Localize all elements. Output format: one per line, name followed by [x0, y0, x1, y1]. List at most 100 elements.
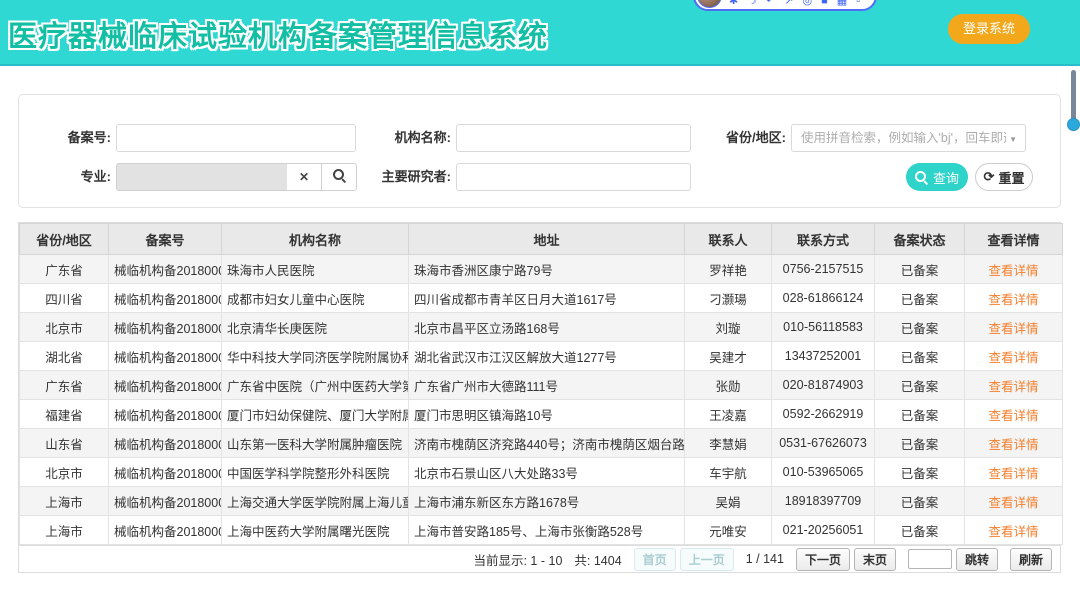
view-detail-link[interactable]: 查看详情	[988, 409, 1038, 423]
org-name-label: 机构名称:	[351, 124, 451, 152]
query-button[interactable]: 查询	[906, 163, 968, 191]
reset-button[interactable]: ⟳ 重置	[975, 163, 1033, 191]
cell-org: 中国医学科学院整形外科医院	[222, 458, 409, 487]
col-phone: 联系方式	[772, 224, 875, 255]
cell-contact: 张勋	[685, 371, 772, 400]
refresh-button[interactable]: 刷新	[1010, 548, 1052, 571]
pagination-bar: 当前显示: 1 - 10 共: 1404 首页 上一页 1 / 141 下一页 …	[19, 545, 1060, 572]
close-icon: ✕	[299, 170, 309, 184]
cell-record-no: 械临机构备201800004	[109, 342, 222, 371]
col-province: 省份/地区	[20, 224, 109, 255]
square-icon[interactable]: ■	[821, 0, 828, 8]
cell-phone: 18918397709	[772, 487, 875, 516]
cell-record-no: 械临机构备201800008	[109, 458, 222, 487]
moon-icon[interactable]: ☽	[747, 0, 757, 8]
window-icon[interactable]: ▫	[856, 0, 860, 8]
view-detail-link[interactable]: 查看详情	[988, 264, 1038, 278]
avatar[interactable]	[697, 0, 722, 8]
province-placeholder: 使用拼音检索，例如输入'bj'，回车即选...	[801, 125, 1006, 151]
overlay-icon-row: ✱ ☽ ↶ ↗ ◎ ■ ▦ ▫	[729, 0, 860, 8]
cell-phone: 0531-67626073	[772, 429, 875, 458]
cell-province: 北京市	[20, 458, 109, 487]
col-status: 备案状态	[875, 224, 965, 255]
status-badge: 已备案	[875, 342, 965, 371]
province-label: 省份/地区:	[676, 124, 786, 152]
grid-icon[interactable]: ▦	[837, 0, 847, 8]
cell-address: 上海市普安路185号、上海市张衡路528号	[409, 516, 685, 545]
pagination-display-range: 当前显示: 1 - 10	[473, 550, 562, 569]
investigator-label: 主要研究者:	[331, 163, 451, 191]
org-name-input[interactable]	[456, 124, 691, 152]
cell-address: 珠海市香洲区康宁路79号	[409, 255, 685, 284]
province-select[interactable]: 使用拼音检索，例如输入'bj'，回车即选... ▼	[791, 124, 1026, 152]
query-button-label: 查询	[933, 168, 959, 187]
table-row: 北京市 械临机构备201800008 中国医学科学院整形外科医院 北京市石景山区…	[20, 458, 1063, 487]
view-detail-link[interactable]: 查看详情	[988, 496, 1038, 510]
cell-record-no: 械临机构备201800009	[109, 487, 222, 516]
view-detail-link[interactable]: 查看详情	[988, 293, 1038, 307]
reset-button-label: 重置	[998, 168, 1024, 187]
table-row: 福建省 械临机构备201800006 厦门市妇幼保健院、厦门大学附属... 厦门…	[20, 400, 1063, 429]
table-header-row: 省份/地区 备案号 机构名称 地址 联系人 联系方式 备案状态 查看详情	[20, 224, 1063, 255]
cell-phone: 010-53965065	[772, 458, 875, 487]
cell-address: 湖北省武汉市江汉区解放大道1277号	[409, 342, 685, 371]
cell-phone: 0592-2662919	[772, 400, 875, 429]
cell-phone: 0756-2157515	[772, 255, 875, 284]
prev-page-button[interactable]: 上一页	[680, 548, 734, 571]
table-row: 山东省 械临机构备201800007 山东第一医科大学附属肿瘤医院（... 济南…	[20, 429, 1063, 458]
cell-phone: 021-20256051	[772, 516, 875, 545]
view-detail-link[interactable]: 查看详情	[988, 380, 1038, 394]
login-button[interactable]: 登录系统	[948, 14, 1030, 44]
cell-record-no: 械临机构备201800006	[109, 400, 222, 429]
status-badge: 已备案	[875, 255, 965, 284]
page-indicator: 1 / 141	[746, 552, 784, 566]
cell-province: 福建省	[20, 400, 109, 429]
next-page-button[interactable]: 下一页	[796, 548, 850, 571]
undo-icon[interactable]: ↶	[766, 0, 775, 8]
scroll-indicator-track[interactable]	[1071, 70, 1076, 122]
cell-record-no: 械临机构备201800010	[109, 516, 222, 545]
cell-org: 广东省中医院（广州中医药大学第...	[222, 371, 409, 400]
status-badge: 已备案	[875, 487, 965, 516]
cell-phone: 028-61866124	[772, 284, 875, 313]
view-detail-link[interactable]: 查看详情	[988, 438, 1038, 452]
pagination-total-count: 共: 1404	[574, 550, 621, 569]
table-row: 广东省 械临机构备201800005 广东省中医院（广州中医药大学第... 广东…	[20, 371, 1063, 400]
page: 医疗器械临床试验机构备案管理信息系统 登录系统 ✱ ☽ ↶ ↗ ◎ ■ ▦ ▫ …	[0, 0, 1080, 589]
view-detail-link[interactable]: 查看详情	[988, 467, 1038, 481]
cell-contact: 罗祥艳	[685, 255, 772, 284]
star-icon[interactable]: ✱	[729, 0, 738, 8]
cell-contact: 王凌嘉	[685, 400, 772, 429]
col-address: 地址	[409, 224, 685, 255]
col-record-no: 备案号	[109, 224, 222, 255]
first-page-button[interactable]: 首页	[634, 548, 676, 571]
record-no-input[interactable]	[116, 124, 356, 152]
view-detail-link[interactable]: 查看详情	[988, 351, 1038, 365]
view-detail-link[interactable]: 查看详情	[988, 525, 1038, 539]
page-jump-input[interactable]	[908, 549, 952, 569]
col-detail: 查看详情	[965, 224, 1063, 255]
last-page-button[interactable]: 末页	[854, 548, 896, 571]
cell-address: 济南市槐荫区济兖路440号；济南市槐荫区烟台路2999号	[409, 429, 685, 458]
view-detail-link[interactable]: 查看详情	[988, 322, 1038, 336]
cell-phone: 010-56118583	[772, 313, 875, 342]
specialty-input[interactable]	[116, 163, 288, 191]
cell-phone: 13437252001	[772, 342, 875, 371]
scroll-indicator-handle[interactable]	[1067, 118, 1080, 131]
status-badge: 已备案	[875, 313, 965, 342]
cell-province: 上海市	[20, 487, 109, 516]
investigator-input[interactable]	[456, 163, 691, 191]
col-contact: 联系人	[685, 224, 772, 255]
target-icon[interactable]: ◎	[803, 0, 813, 8]
status-badge: 已备案	[875, 400, 965, 429]
specialty-clear-button[interactable]: ✕	[287, 163, 322, 191]
chevron-down-icon: ▼	[1009, 135, 1017, 144]
cell-org: 华中科技大学同济医学院附属协和医院	[222, 342, 409, 371]
cell-contact: 刘璇	[685, 313, 772, 342]
cell-contact: 李慧娟	[685, 429, 772, 458]
cell-org: 北京清华长庚医院	[222, 313, 409, 342]
status-badge: 已备案	[875, 284, 965, 313]
page-jump-button[interactable]: 跳转	[956, 548, 998, 571]
redo-icon[interactable]: ↗	[784, 0, 793, 8]
browser-overlay-toolbar[interactable]: ✱ ☽ ↶ ↗ ◎ ■ ▦ ▫	[693, 0, 877, 11]
